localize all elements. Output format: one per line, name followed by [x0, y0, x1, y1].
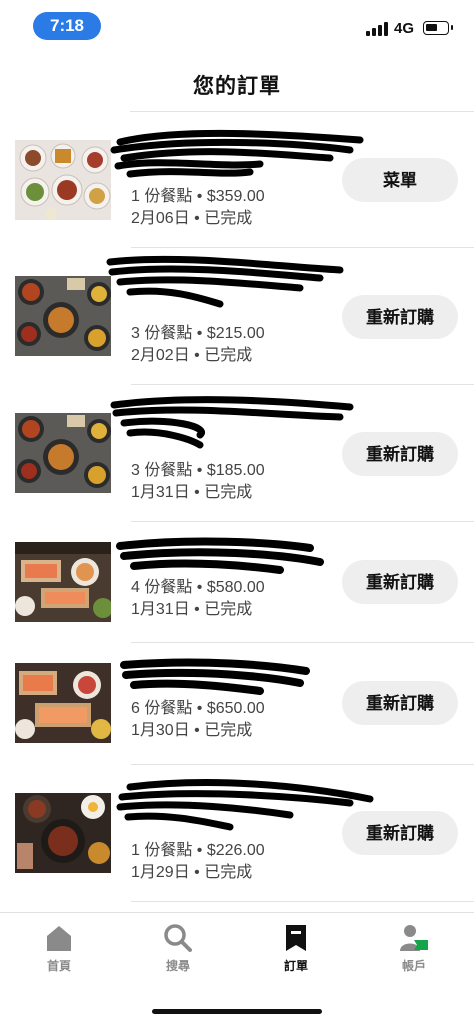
- order-date-status: 1月31日 • 已完成: [131, 601, 253, 618]
- reorder-button[interactable]: 重新訂購: [342, 295, 458, 339]
- food-thumbnail: [15, 663, 111, 743]
- order-date-status: 1月31日 • 已完成: [131, 484, 253, 501]
- divider: [131, 642, 474, 643]
- order-summary: 6 份餐點 • $650.00: [131, 700, 265, 717]
- home-icon: [47, 926, 71, 951]
- reorder-button[interactable]: 重新訂購: [342, 681, 458, 725]
- battery-icon: [423, 21, 453, 35]
- divider: [130, 111, 474, 112]
- home-indicator: [152, 1009, 322, 1014]
- divider: [131, 764, 474, 765]
- tab-label: 搜尋: [165, 959, 190, 973]
- divider: [131, 384, 474, 385]
- food-thumbnail: [15, 793, 111, 873]
- tab-orders[interactable]: 訂單: [256, 923, 336, 974]
- divider: [131, 521, 474, 522]
- network-type: 4G: [394, 20, 415, 37]
- reorder-button[interactable]: 重新訂購: [342, 560, 458, 604]
- food-thumbnail: [15, 542, 111, 622]
- tab-label: 帳戶: [401, 959, 426, 973]
- order-summary: 4 份餐點 • $580.00: [131, 579, 265, 596]
- order-summary: 3 份餐點 • $185.00: [131, 462, 265, 479]
- food-thumbnail: [15, 276, 111, 356]
- search-icon: [164, 924, 192, 952]
- order-date-status: 1月30日 • 已完成: [131, 722, 253, 739]
- account-icon: [400, 925, 428, 951]
- order-date-status: 2月06日 • 已完成: [131, 210, 253, 227]
- order-summary: 1 份餐點 • $226.00: [131, 842, 265, 859]
- tab-label: 首頁: [46, 959, 71, 973]
- food-thumbnail: [15, 413, 111, 493]
- tab-account[interactable]: 帳戶: [374, 923, 454, 974]
- order-summary: 1 份餐點 • $359.00: [131, 188, 265, 205]
- tab-home[interactable]: 首頁: [19, 923, 99, 974]
- order-date-status: 1月29日 • 已完成: [131, 864, 253, 881]
- status-time: 7:18: [33, 12, 101, 40]
- reorder-button[interactable]: 重新訂購: [342, 432, 458, 476]
- menu-button[interactable]: 菜單: [342, 158, 458, 202]
- order-date-status: 2月02日 • 已完成: [131, 347, 253, 364]
- tab-search[interactable]: 搜尋: [138, 923, 218, 974]
- page-title: 您的訂單: [193, 75, 281, 98]
- divider: [131, 901, 474, 902]
- food-thumbnail: [15, 140, 111, 220]
- reorder-button[interactable]: 重新訂購: [342, 811, 458, 855]
- signal-icon: [366, 22, 388, 36]
- receipt-icon: [286, 925, 306, 951]
- tab-label: 訂單: [283, 959, 308, 973]
- order-summary: 3 份餐點 • $215.00: [131, 325, 265, 342]
- status-bar: 7:18 4G: [0, 0, 474, 54]
